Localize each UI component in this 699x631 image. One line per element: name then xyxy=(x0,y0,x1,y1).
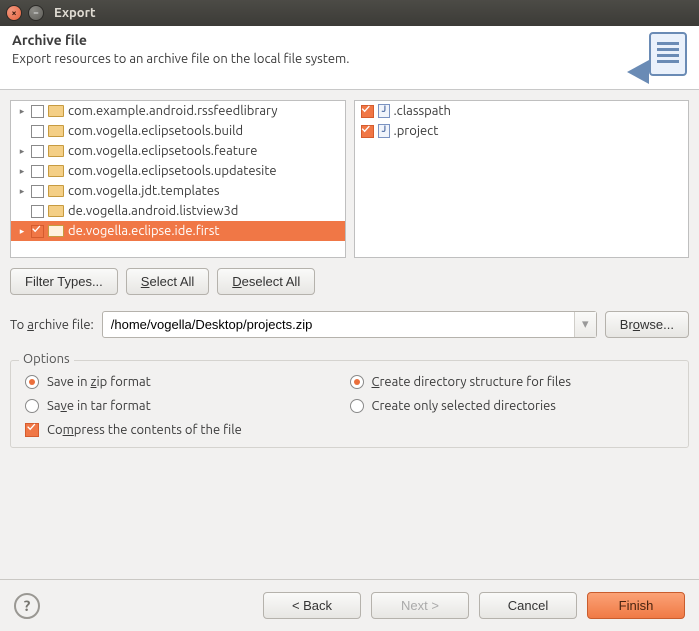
checkbox-icon xyxy=(25,423,39,437)
checkbox-icon[interactable] xyxy=(31,165,44,178)
file-item[interactable]: .classpath xyxy=(355,101,689,121)
folder-icon xyxy=(48,125,64,137)
deselect-all-button[interactable]: Deselect All xyxy=(217,268,315,295)
close-icon[interactable]: × xyxy=(6,5,22,21)
checkbox-icon[interactable] xyxy=(31,185,44,198)
minimize-icon[interactable]: – xyxy=(28,5,44,21)
expander-icon[interactable]: ▸ xyxy=(17,146,27,157)
folder-icon xyxy=(48,225,64,237)
option-zip[interactable]: Save in zip format xyxy=(25,375,350,389)
banner-heading: Archive file xyxy=(12,32,349,48)
file-icon xyxy=(378,104,390,118)
tree-item-label: com.vogella.jdt.templates xyxy=(68,184,220,198)
tree-item[interactable]: ▸ de.vogella.eclipse.ide.first xyxy=(11,221,345,241)
help-icon[interactable]: ? xyxy=(14,593,40,619)
tree-item[interactable]: ▸ com.example.android.rssfeedlibrary xyxy=(11,101,345,121)
archive-file-row: To archive file: ▾ Browse... xyxy=(10,311,689,338)
selection-buttons: Filter Types... Select All Deselect All xyxy=(10,268,689,295)
tree-item[interactable]: ▸ com.vogella.jdt.templates xyxy=(11,181,345,201)
file-item-label: .project xyxy=(394,124,439,138)
project-tree[interactable]: ▸ com.example.android.rssfeedlibrary com.v… xyxy=(10,100,346,258)
radio-icon xyxy=(350,375,364,389)
folder-icon xyxy=(48,105,64,117)
export-icon xyxy=(627,32,691,86)
tree-item[interactable]: ▸ com.vogella.eclipsetools.feature xyxy=(11,141,345,161)
checkbox-icon[interactable] xyxy=(361,125,374,138)
radio-icon xyxy=(350,399,364,413)
option-create-dir[interactable]: Create directory structure for files xyxy=(350,375,675,389)
window-title: Export xyxy=(54,6,96,20)
checkbox-icon[interactable] xyxy=(31,225,44,238)
checkbox-icon[interactable] xyxy=(31,145,44,158)
browse-button[interactable]: Browse... xyxy=(605,311,689,338)
checkbox-icon[interactable] xyxy=(31,105,44,118)
options-legend: Options xyxy=(19,352,74,366)
dialog-footer: ? < Back Next > Cancel Finish xyxy=(0,579,699,631)
checkbox-icon[interactable] xyxy=(361,105,374,118)
archive-file-input[interactable] xyxy=(103,312,574,337)
file-item[interactable]: .project xyxy=(355,121,689,141)
option-compress[interactable]: Compress the contents of the file xyxy=(25,423,674,437)
tree-item[interactable]: de.vogella.android.listview3d xyxy=(11,201,345,221)
tree-item-label: de.vogella.eclipse.ide.first xyxy=(68,224,220,238)
tree-item-label: com.vogella.eclipsetools.updatesite xyxy=(68,164,277,178)
tree-item-label: com.example.android.rssfeedlibrary xyxy=(68,104,277,118)
archive-file-label: To archive file: xyxy=(10,318,94,332)
select-all-button[interactable]: Select All xyxy=(126,268,209,295)
option-tar[interactable]: Save in tar format xyxy=(25,399,350,413)
options-group: Options Save in zip format Create direct… xyxy=(10,360,689,448)
file-item-label: .classpath xyxy=(394,104,451,118)
folder-icon xyxy=(48,145,64,157)
finish-button[interactable]: Finish xyxy=(587,592,685,619)
expander-icon[interactable]: ▸ xyxy=(17,226,27,237)
tree-item-label: de.vogella.android.listview3d xyxy=(68,204,238,218)
archive-file-combo[interactable]: ▾ xyxy=(102,311,597,338)
folder-icon xyxy=(48,165,64,177)
expander-icon[interactable]: ▸ xyxy=(17,186,27,197)
filter-types-button[interactable]: Filter Types... xyxy=(10,268,118,295)
radio-icon xyxy=(25,399,39,413)
checkbox-icon[interactable] xyxy=(31,125,44,138)
radio-icon xyxy=(25,375,39,389)
expander-icon[interactable]: ▸ xyxy=(17,166,27,177)
cancel-button[interactable]: Cancel xyxy=(479,592,577,619)
checkbox-icon[interactable] xyxy=(31,205,44,218)
back-button[interactable]: < Back xyxy=(263,592,361,619)
banner-subtitle: Export resources to an archive file on t… xyxy=(12,52,349,66)
expander-icon[interactable]: ▸ xyxy=(17,106,27,117)
folder-icon xyxy=(48,185,64,197)
tree-item[interactable]: ▸ com.vogella.eclipsetools.updatesite xyxy=(11,161,345,181)
tree-item[interactable]: com.vogella.eclipsetools.build xyxy=(11,121,345,141)
tree-item-label: com.vogella.eclipsetools.build xyxy=(68,124,243,138)
next-button: Next > xyxy=(371,592,469,619)
file-list[interactable]: .classpath .project xyxy=(354,100,690,258)
dialog-banner: Archive file Export resources to an arch… xyxy=(0,26,699,90)
option-only-selected[interactable]: Create only selected directories xyxy=(350,399,675,413)
file-icon xyxy=(378,124,390,138)
tree-item-label: com.vogella.eclipsetools.feature xyxy=(68,144,257,158)
folder-icon xyxy=(48,205,64,217)
resource-selection: ▸ com.example.android.rssfeedlibrary com.v… xyxy=(10,100,689,258)
chevron-down-icon[interactable]: ▾ xyxy=(574,312,596,337)
titlebar: × – Export xyxy=(0,0,699,26)
